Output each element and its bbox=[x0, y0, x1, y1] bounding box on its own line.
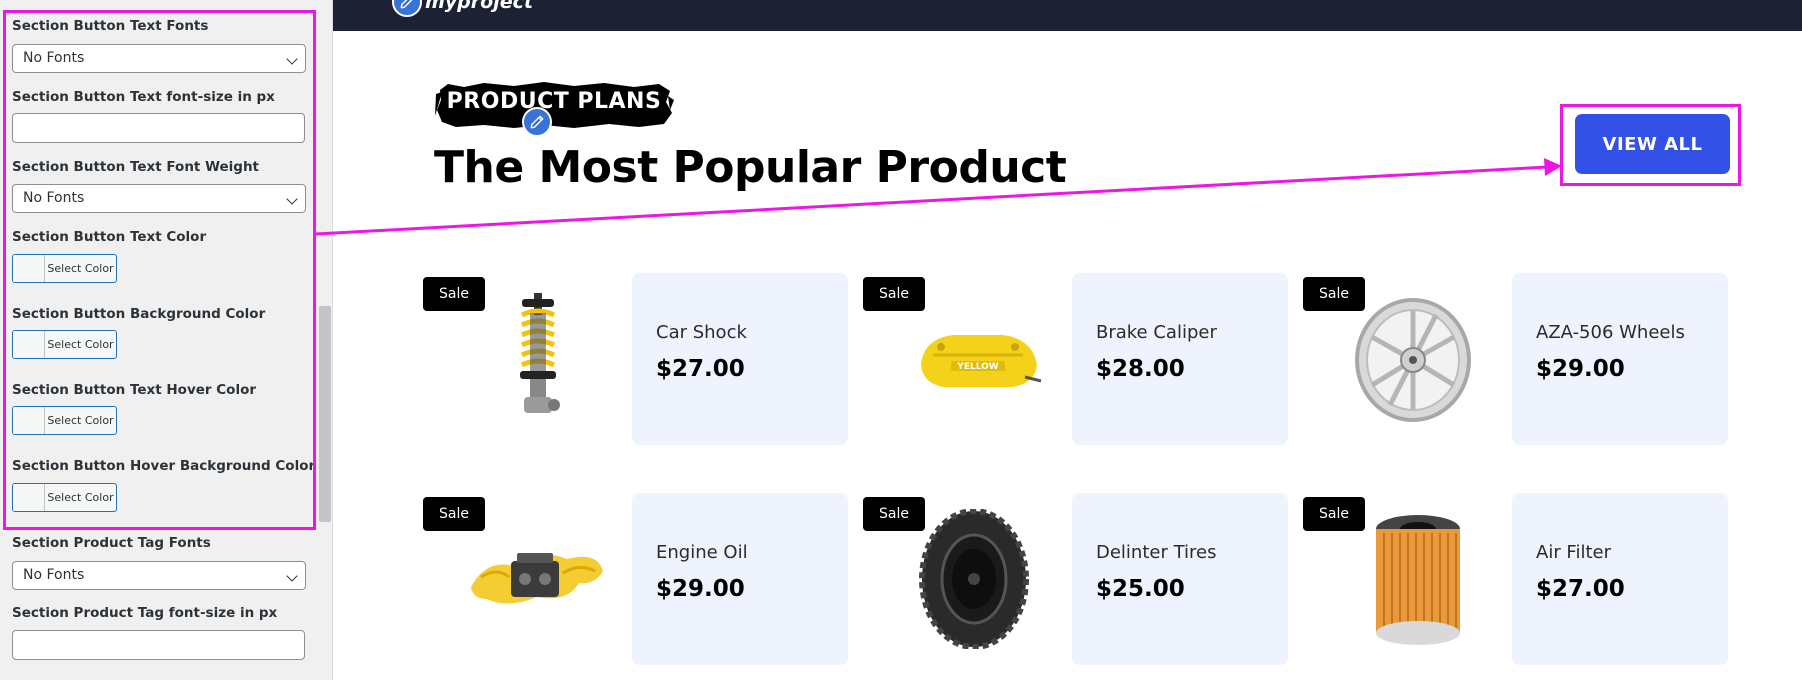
product-card[interactable]: Sale Engine Oil $29.00 bbox=[423, 493, 863, 665]
product-info: Brake Caliper $28.00 bbox=[1072, 273, 1288, 445]
product-info: Engine Oil $29.00 bbox=[632, 493, 848, 665]
brake-caliper-image: YELLOW bbox=[921, 335, 1042, 387]
product-info: AZA-506 Wheels $29.00 bbox=[1512, 273, 1728, 445]
product-image-area[interactable]: Sale bbox=[423, 273, 632, 445]
product-card[interactable]: Sale Delinter Tires $25.00 bbox=[863, 493, 1303, 665]
field-label: Section Product Tag font-size in px bbox=[12, 605, 278, 621]
product-tag-fonts-select[interactable]: No Fonts bbox=[12, 561, 306, 590]
edit-pencil-icon[interactable] bbox=[522, 107, 552, 137]
site-logo[interactable]: myproject bbox=[392, 0, 533, 17]
air-filter-image bbox=[1376, 515, 1460, 645]
engine-oil-image bbox=[471, 553, 603, 604]
product-card[interactable]: Sale Car Shock $27.00 bbox=[423, 273, 863, 445]
chevron-down-icon bbox=[279, 562, 305, 589]
view-all-button[interactable]: VIEW ALL bbox=[1575, 114, 1730, 174]
product-tag-font-size-input[interactable] bbox=[12, 630, 305, 660]
section-title: The Most Popular Product bbox=[434, 142, 1067, 193]
product-card[interactable]: Sale Air Filter $27.00 bbox=[1303, 493, 1743, 665]
car-shock-image bbox=[520, 293, 560, 413]
select-value: No Fonts bbox=[23, 567, 85, 583]
product-price: $25.00 bbox=[1096, 576, 1185, 602]
product-image-area[interactable]: Sale bbox=[1303, 493, 1512, 665]
sale-badge: Sale bbox=[1303, 497, 1365, 531]
product-name[interactable]: Delinter Tires bbox=[1096, 542, 1217, 563]
sale-badge: Sale bbox=[863, 497, 925, 531]
product-price: $29.00 bbox=[656, 576, 745, 602]
product-card[interactable]: Sale AZA-506 Wheels $29.00 bbox=[1303, 273, 1743, 445]
field-product-tag-font-size: Section Product Tag font-size in px bbox=[12, 605, 306, 660]
product-card[interactable]: YELLOW Sale Brake Caliper $28.00 bbox=[863, 273, 1303, 445]
product-name[interactable]: Air Filter bbox=[1536, 542, 1611, 563]
product-info: Car Shock $27.00 bbox=[632, 273, 848, 445]
product-price: $27.00 bbox=[1536, 576, 1625, 602]
field-product-tag-fonts: Section Product Tag Fonts No Fonts bbox=[12, 535, 306, 590]
sale-badge: Sale bbox=[863, 277, 925, 311]
panel-highlight-box bbox=[3, 10, 316, 530]
product-price: $28.00 bbox=[1096, 356, 1185, 382]
sale-badge: Sale bbox=[423, 277, 485, 311]
sale-badge: Sale bbox=[1303, 277, 1365, 311]
product-info: Air Filter $27.00 bbox=[1512, 493, 1728, 665]
tire-image bbox=[919, 509, 1029, 649]
product-image-area[interactable]: YELLOW Sale bbox=[863, 273, 1072, 445]
product-image-area[interactable]: Sale bbox=[863, 493, 1072, 665]
sale-badge: Sale bbox=[423, 497, 485, 531]
panel-scrollbar[interactable] bbox=[319, 306, 331, 522]
product-price: $27.00 bbox=[656, 356, 745, 382]
product-image-area[interactable]: Sale bbox=[423, 493, 632, 665]
product-name[interactable]: Brake Caliper bbox=[1096, 322, 1217, 343]
section-tag: PRODUCT PLANS bbox=[434, 80, 674, 130]
product-info: Delinter Tires $25.00 bbox=[1072, 493, 1288, 665]
wheel-image bbox=[1355, 298, 1471, 422]
site-header-bar bbox=[333, 0, 1802, 31]
product-name[interactable]: Car Shock bbox=[656, 322, 747, 343]
field-label: Section Product Tag Fonts bbox=[12, 535, 211, 551]
product-image-area[interactable]: Sale bbox=[1303, 273, 1512, 445]
product-name[interactable]: Engine Oil bbox=[656, 542, 748, 563]
section-tag-text: PRODUCT PLANS bbox=[446, 89, 662, 114]
product-name[interactable]: AZA-506 Wheels bbox=[1536, 322, 1685, 343]
logo-text: myproject bbox=[425, 0, 533, 13]
product-price: $29.00 bbox=[1536, 356, 1625, 382]
svg-text:YELLOW: YELLOW bbox=[956, 362, 998, 372]
